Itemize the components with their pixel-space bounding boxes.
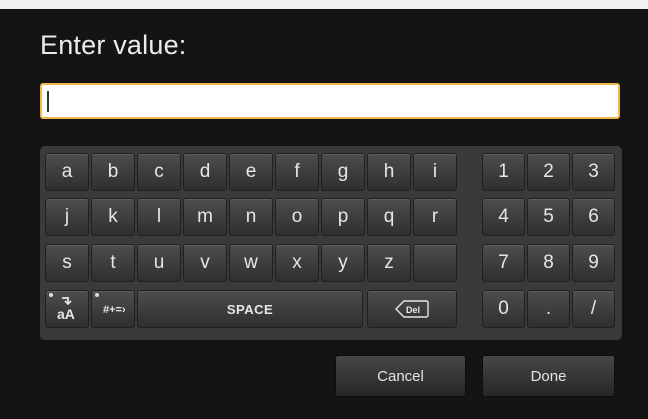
dialog-title: Enter value: — [40, 30, 187, 60]
key-8[interactable]: 8 — [527, 244, 570, 282]
symbols-icon: #+=» — [103, 304, 125, 316]
text-caret — [47, 91, 49, 112]
case-toggle-label: aA — [57, 306, 75, 322]
key-3[interactable]: 3 — [572, 153, 615, 191]
key-x[interactable]: x — [275, 244, 319, 282]
key-blank[interactable] — [413, 244, 457, 282]
delete-key[interactable]: Del — [367, 290, 457, 328]
key-a[interactable]: a — [45, 153, 89, 191]
key-1[interactable]: 1 — [482, 153, 525, 191]
key-2[interactable]: 2 — [527, 153, 570, 191]
delete-key-label: Del — [406, 305, 420, 315]
done-button[interactable]: Done — [482, 355, 615, 397]
key-d[interactable]: d — [183, 153, 227, 191]
key-z[interactable]: z — [367, 244, 411, 282]
key-b[interactable]: b — [91, 153, 135, 191]
backspace-del-icon: Del — [395, 300, 429, 318]
key-q[interactable]: q — [367, 198, 411, 236]
key-c[interactable]: c — [137, 153, 181, 191]
value-input[interactable] — [40, 83, 620, 119]
key-t[interactable]: t — [91, 244, 135, 282]
key-e[interactable]: e — [229, 153, 273, 191]
key-5[interactable]: 5 — [527, 198, 570, 236]
key-i[interactable]: i — [413, 153, 457, 191]
key-6[interactable]: 6 — [572, 198, 615, 236]
top-bar — [0, 0, 648, 9]
key-period[interactable]: . — [527, 290, 570, 328]
key-g[interactable]: g — [321, 153, 365, 191]
case-toggle-icon: aA — [57, 297, 75, 322]
key-p[interactable]: p — [321, 198, 365, 236]
symbols-key[interactable]: #+=» — [91, 290, 135, 328]
symbols-indicator-dot — [95, 293, 99, 297]
key-l[interactable]: l — [137, 198, 181, 236]
key-slash[interactable]: / — [572, 290, 615, 328]
key-f[interactable]: f — [275, 153, 319, 191]
case-toggle-key[interactable]: aA — [45, 290, 89, 328]
key-7[interactable]: 7 — [482, 244, 525, 282]
key-w[interactable]: w — [229, 244, 273, 282]
key-r[interactable]: r — [413, 198, 457, 236]
key-0[interactable]: 0 — [482, 290, 525, 328]
key-n[interactable]: n — [229, 198, 273, 236]
case-toggle-indicator-dot — [49, 293, 53, 297]
key-4[interactable]: 4 — [482, 198, 525, 236]
key-m[interactable]: m — [183, 198, 227, 236]
key-v[interactable]: v — [183, 244, 227, 282]
key-h[interactable]: h — [367, 153, 411, 191]
key-s[interactable]: s — [45, 244, 89, 282]
key-j[interactable]: j — [45, 198, 89, 236]
key-u[interactable]: u — [137, 244, 181, 282]
space-key[interactable]: SPACE — [137, 290, 363, 328]
onscreen-keyboard: a b c d e f g h i j k l m n o p q r s t … — [40, 146, 622, 340]
key-k[interactable]: k — [91, 198, 135, 236]
key-9[interactable]: 9 — [572, 244, 615, 282]
key-y[interactable]: y — [321, 244, 365, 282]
symbols-key-label: #+=» — [103, 304, 125, 316]
cancel-button[interactable]: Cancel — [335, 355, 466, 397]
key-o[interactable]: o — [275, 198, 319, 236]
